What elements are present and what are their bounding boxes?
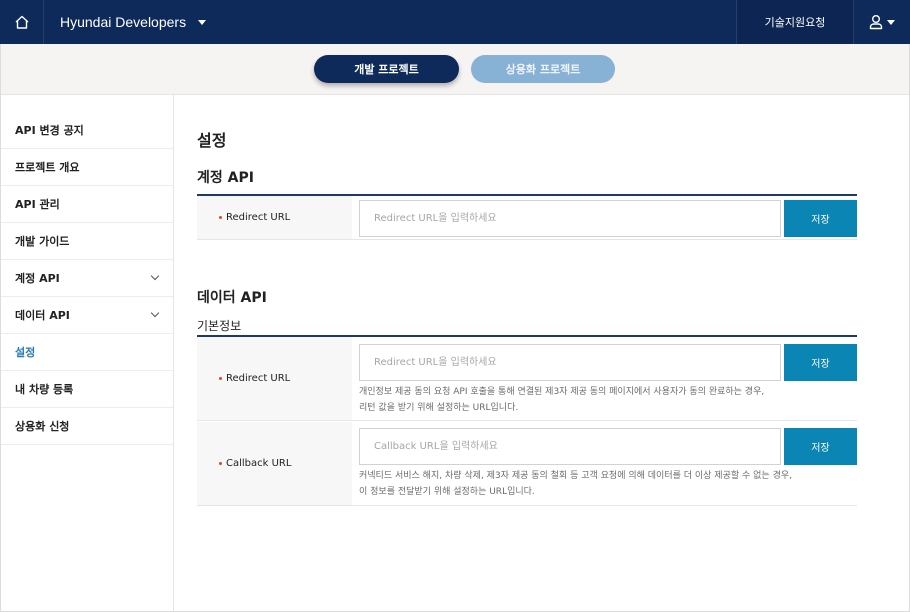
user-icon xyxy=(869,15,883,30)
data-callback-save-button[interactable]: 저장 xyxy=(784,428,857,465)
top-header: Hyundai Developers 기술지원요청 xyxy=(0,0,910,44)
required-dot-icon xyxy=(219,216,222,219)
sidebar-item-data-api[interactable]: 데이터 API xyxy=(1,297,173,334)
callback-url-label: Callback URL xyxy=(226,458,292,469)
sidebar-item-label: 상용화 신청 xyxy=(15,420,70,433)
sidebar-item-label: 설정 xyxy=(15,346,36,359)
required-dot-icon xyxy=(219,462,222,465)
callback-help-text: 커넥티드 서비스 해지, 차량 삭제, 제3자 제공 동의 철회 등 고객 요청… xyxy=(359,468,799,500)
sidebar: API 변경 공지 프로젝트 개요 API 관리 개발 가이드 계정 API 데… xyxy=(1,95,174,611)
data-api-title: 데이터 API xyxy=(197,290,267,306)
brand-name: Hyundai Developers xyxy=(60,14,187,30)
redirect-help-text: 개인정보 제공 동의 요청 API 호출을 통해 연결된 제3자 제공 동의 페… xyxy=(359,384,799,416)
brand-menu[interactable]: Hyundai Developers xyxy=(60,0,207,44)
sidebar-item-label: API 관리 xyxy=(15,198,60,211)
required-dot-icon xyxy=(219,377,222,380)
data-callback-row: Callback URL 저장 커넥티드 서비스 해지, 차량 삭제, 제3자 … xyxy=(197,422,857,506)
page-title: 설정 xyxy=(197,131,227,150)
tab-commercial-project[interactable]: 상용화 프로젝트 xyxy=(471,55,615,83)
data-callback-url-input[interactable] xyxy=(359,428,781,465)
chevron-down-icon xyxy=(150,271,160,281)
sidebar-item-settings[interactable]: 설정 xyxy=(1,334,173,371)
chevron-down-icon xyxy=(150,308,160,318)
field-label: Redirect URL xyxy=(197,337,352,420)
sidebar-item-label: 데이터 API xyxy=(15,309,70,322)
help-line: 개인정보 제공 동의 요청 API 호출을 통해 연결된 제3자 제공 동의 페… xyxy=(359,387,765,397)
field-label: Redirect URL xyxy=(197,196,352,239)
sidebar-item-label: API 변경 공지 xyxy=(15,124,84,137)
help-line: 커넥티드 서비스 해지, 차량 삭제, 제3자 제공 동의 철회 등 고객 요청… xyxy=(359,471,792,481)
tab-dev-project[interactable]: 개발 프로젝트 xyxy=(314,55,459,83)
help-line: 이 정보를 전달받기 위해 설정하는 URL입니다. xyxy=(359,487,535,497)
project-type-bar: 개발 프로젝트 상용화 프로젝트 xyxy=(1,44,909,95)
account-api-title: 계정 API xyxy=(197,170,254,186)
data-redirect-url-input[interactable] xyxy=(359,344,781,381)
basic-info-subtitle: 기본정보 xyxy=(197,319,242,333)
redirect-url-label: Redirect URL xyxy=(226,373,291,384)
sidebar-item-label: 개발 가이드 xyxy=(15,235,70,248)
sidebar-item-dev-guide[interactable]: 개발 가이드 xyxy=(1,223,173,260)
tech-support-button[interactable]: 기술지원요청 xyxy=(736,0,854,44)
redirect-url-label: Redirect URL xyxy=(226,212,291,223)
user-menu-button[interactable] xyxy=(854,0,910,44)
account-redirect-save-button[interactable]: 저장 xyxy=(784,200,857,237)
home-button[interactable] xyxy=(0,0,44,44)
data-redirect-row: Redirect URL 저장 개인정보 제공 동의 요청 API 호출을 통해… xyxy=(197,337,857,421)
sidebar-item-account-api[interactable]: 계정 API xyxy=(1,260,173,297)
sidebar-item-label: 프로젝트 개요 xyxy=(15,161,80,174)
caret-down-icon xyxy=(887,19,895,25)
sidebar-item-project-overview[interactable]: 프로젝트 개요 xyxy=(1,149,173,186)
home-icon xyxy=(15,15,28,29)
data-redirect-save-button[interactable]: 저장 xyxy=(784,344,857,381)
account-redirect-url-input[interactable] xyxy=(359,200,781,237)
sidebar-menu: API 변경 공지 프로젝트 개요 API 관리 개발 가이드 계정 API 데… xyxy=(1,112,173,445)
field-label: Callback URL xyxy=(197,422,352,505)
sidebar-item-label: 내 차량 등록 xyxy=(15,383,74,396)
sidebar-item-api-change-notice[interactable]: API 변경 공지 xyxy=(1,112,173,149)
sidebar-item-label: 계정 API xyxy=(15,272,60,285)
account-redirect-row: Redirect URL 저장 xyxy=(197,196,857,240)
caret-down-icon xyxy=(198,19,207,25)
sidebar-item-register-vehicle[interactable]: 내 차량 등록 xyxy=(1,371,173,408)
sidebar-item-commercial-apply[interactable]: 상용화 신청 xyxy=(1,408,173,445)
help-line: 리턴 값을 받기 위해 설정하는 URL입니다. xyxy=(359,403,519,413)
sidebar-item-api-management[interactable]: API 관리 xyxy=(1,186,173,223)
